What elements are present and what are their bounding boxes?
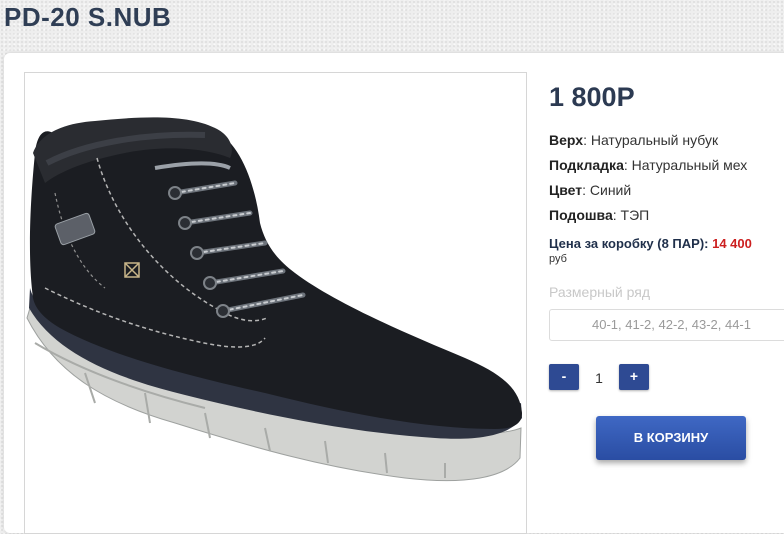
box-price-value: 14 400 [712,236,752,251]
quantity-input[interactable]: 1 [589,370,609,386]
page-title: PD-20 S.NUB [4,2,172,32]
spec-sole: Подошва: ТЭП [549,207,650,223]
spec-color: Цвет: Синий [549,182,632,198]
quantity-increase-button[interactable]: + [619,364,649,390]
spec-value: Натуральный нубук [590,132,719,148]
product-price: 1 800Р [549,82,635,112]
spec-value: ТЭП [620,207,650,223]
size-range-label: Размерный ряд [549,284,651,300]
box-price-currency: руб [549,253,567,265]
product-image[interactable] [24,72,527,534]
quantity-decrease-button[interactable]: - [549,364,579,390]
spec-upper: Верх: Натуральный нубук [549,132,719,148]
spec-label: Подошва [549,207,613,223]
spec-lining: Подкладка: Натуральный мех [549,157,748,173]
spec-value: Натуральный мех [631,157,748,173]
spec-label: Подкладка [549,157,624,173]
spec-label: Верх [549,132,584,148]
add-to-cart-button[interactable]: В КОРЗИНУ [596,416,746,460]
spec-label: Цвет [549,182,583,198]
spec-value: Синий [589,182,632,198]
boot-image [26,117,522,482]
box-price: Цена за коробку (8 ПАР): 14 400 руб [549,236,752,265]
box-price-label: Цена за коробку (8 ПАР): [549,236,709,251]
size-range-select[interactable]: 40-1, 41-2, 42-2, 43-2, 44-1 [549,309,784,341]
